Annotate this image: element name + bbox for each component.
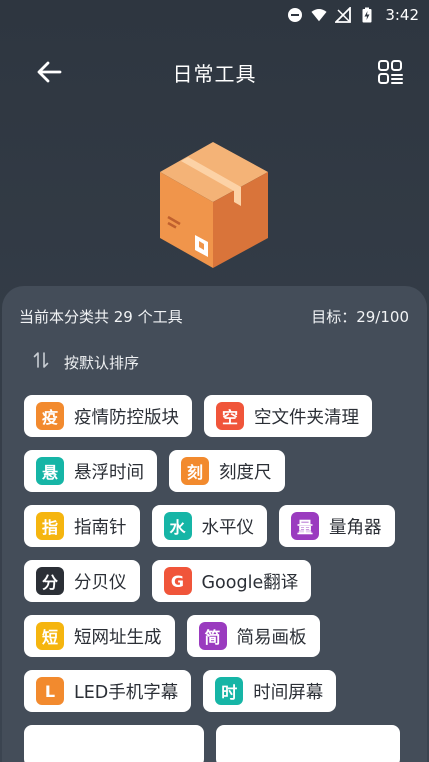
- status-bar: 3:42: [0, 0, 429, 30]
- arrow-left-icon[interactable]: [34, 57, 64, 87]
- battery-charging-icon: [359, 7, 375, 23]
- sort-label: 按默认排序: [64, 353, 140, 372]
- tool-count-text: 当前本分类共 29 个工具: [19, 308, 183, 326]
- tool-chip-label: 疫情防控版块: [74, 407, 179, 428]
- tool-chip-label: 刻度尺: [219, 462, 272, 483]
- tool-chip-label: 时间屏幕: [253, 682, 324, 703]
- tool-badge-icon: 刻: [181, 457, 209, 485]
- tool-badge-icon: 时: [215, 677, 244, 705]
- tools-panel: 当前本分类共 29 个工具 目标：29/100 按默认排序 疫 疫情防控版块 空…: [2, 286, 427, 762]
- sort-button[interactable]: 按默认排序: [2, 327, 427, 373]
- tool-badge-icon: 悬: [36, 457, 64, 485]
- tool-chip-label: 指南针: [74, 517, 127, 538]
- tool-chip-label: 短网址生成: [74, 627, 162, 648]
- tool-badge-icon: 空: [216, 402, 244, 430]
- tool-badge-icon: 水: [163, 512, 192, 540]
- tool-chip-label: 分贝仪: [74, 572, 127, 593]
- tool-badge-icon: G: [163, 567, 192, 595]
- tool-chip-list: 疫 疫情防控版块 空 空文件夹清理 悬 悬浮时间 刻 刻度尺 指 指南针 水 水…: [2, 373, 427, 762]
- tool-badge-icon: 短: [36, 622, 64, 650]
- grid-list-icon[interactable]: [375, 57, 405, 87]
- tool-chip-google-translate[interactable]: G Google翻译: [151, 560, 312, 602]
- tool-chip-label: Google翻译: [201, 572, 299, 593]
- tool-chip-label: 空文件夹清理: [254, 407, 359, 428]
- tool-chip-time-screen[interactable]: 时 时间屏幕: [203, 670, 337, 712]
- sort-arrows-icon: [32, 351, 50, 373]
- chip-row: 疫 疫情防控版块 空 空文件夹清理: [24, 395, 427, 437]
- chip-row: L LED手机字幕 时 时间屏幕: [24, 670, 427, 712]
- tool-chip-partial[interactable]: [24, 725, 204, 762]
- tool-badge-icon: 量: [291, 512, 319, 540]
- tool-chip-label: 水平仪: [201, 517, 255, 538]
- tool-chip-sketchpad[interactable]: 简 简易画板: [186, 615, 320, 657]
- tool-chip-short-url[interactable]: 短 短网址生成: [24, 615, 175, 657]
- tool-chip-partial[interactable]: [216, 725, 400, 762]
- tool-badge-icon: L: [36, 677, 64, 705]
- tool-chip-led-subtitle[interactable]: L LED手机字幕: [24, 670, 192, 712]
- package-box-icon: [158, 140, 272, 270]
- app-bar: 日常工具: [0, 44, 429, 100]
- tool-chip-compass[interactable]: 指 指南针: [24, 505, 140, 547]
- status-time: 3:42: [385, 6, 419, 24]
- tool-badge-icon: 疫: [36, 402, 64, 430]
- tool-chip-label: 量角器: [329, 517, 382, 538]
- no-signal-icon: [335, 7, 352, 23]
- tool-chip-epidemic[interactable]: 疫 疫情防控版块: [24, 395, 192, 437]
- chip-row: 短 短网址生成 简 简易画板: [24, 615, 427, 657]
- tool-chip-label: 简易画板: [236, 627, 307, 648]
- do-not-disturb-icon: [287, 7, 303, 23]
- goal-text: 目标：29/100: [311, 308, 409, 326]
- tool-chip-label: LED手机字幕: [74, 682, 179, 703]
- tool-badge-icon: 简: [198, 622, 227, 650]
- chip-row: 指 指南针 水 水平仪 量 量角器: [24, 505, 427, 547]
- page-title: 日常工具: [172, 61, 257, 86]
- tool-chip-floating-time[interactable]: 悬 悬浮时间: [24, 450, 157, 492]
- tool-chip-empty-folder-clean[interactable]: 空 空文件夹清理: [204, 395, 372, 437]
- tool-chip-label: 悬浮时间: [74, 462, 144, 483]
- tool-chip-decibel[interactable]: 分 分贝仪: [24, 560, 140, 602]
- chip-row-partial: [24, 725, 427, 762]
- tool-chip-protractor[interactable]: 量 量角器: [279, 505, 395, 547]
- panel-header: 当前本分类共 29 个工具 目标：29/100: [2, 286, 427, 327]
- tool-chip-ruler[interactable]: 刻 刻度尺: [169, 450, 285, 492]
- chip-row: 分 分贝仪 G Google翻译: [24, 560, 427, 602]
- tool-badge-icon: 分: [36, 567, 64, 595]
- tool-badge-icon: 指: [36, 512, 64, 540]
- chip-row: 悬 悬浮时间 刻 刻度尺: [24, 450, 427, 492]
- tool-chip-level[interactable]: 水 水平仪: [151, 505, 267, 547]
- wifi-icon: [311, 7, 327, 23]
